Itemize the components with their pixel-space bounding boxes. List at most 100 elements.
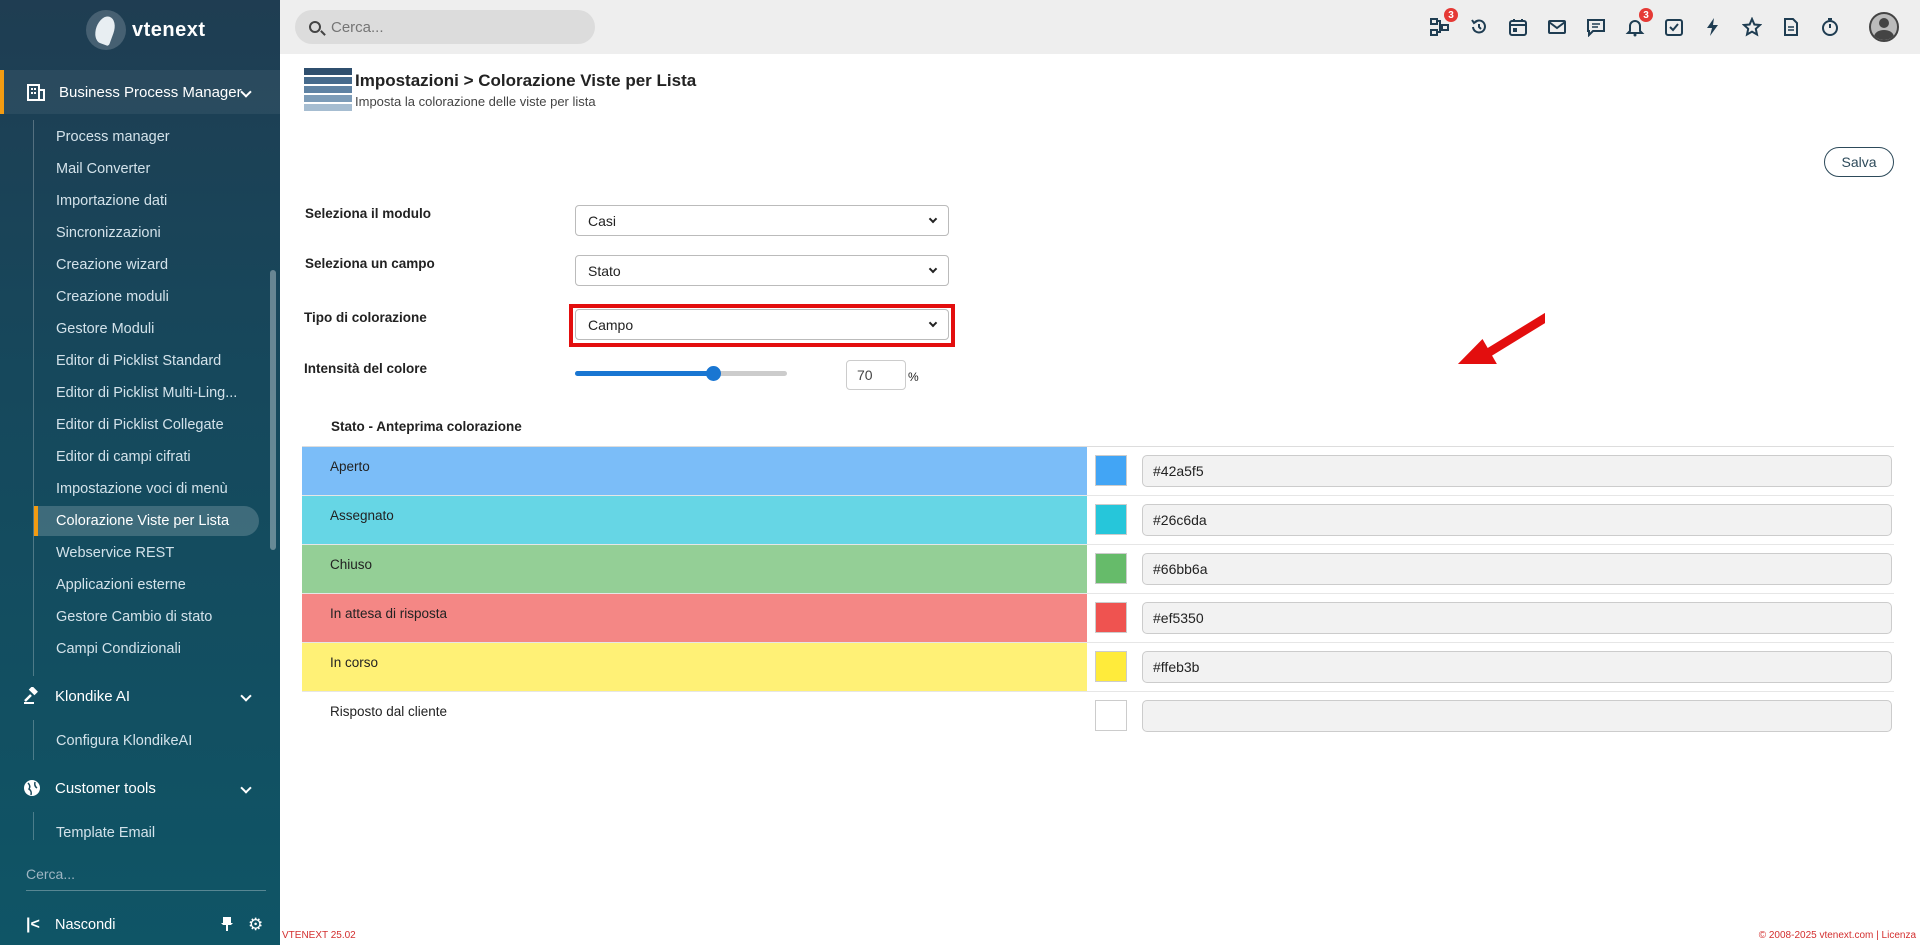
sidebar-section-label: Customer tools: [55, 779, 156, 797]
preview-row-name: Chiuso: [302, 545, 1087, 593]
search-input[interactable]: [331, 18, 561, 36]
preview-row-name: In attesa di risposta: [302, 594, 1087, 642]
annotation-highlight-box: [569, 304, 955, 347]
field-select[interactable]: Stato: [575, 255, 949, 286]
color-hex-input[interactable]: #42a5f5: [1142, 455, 1892, 487]
building-icon: [26, 82, 46, 102]
topbar: 3 3: [280, 0, 1920, 54]
sidebar-item-creazione-moduli[interactable]: Creazione moduli: [34, 282, 259, 312]
intensity-unit: %: [908, 370, 919, 384]
main-content: Impostazioni > Colorazione Viste per Lis…: [280, 54, 1920, 945]
preview-row: Aperto #42a5f5: [302, 447, 1894, 496]
sidebar-scrollbar[interactable]: [270, 270, 276, 550]
sidebar-item-template-email[interactable]: Template Email: [34, 818, 259, 840]
process-icon[interactable]: 3: [1428, 8, 1458, 39]
preview-row: In corso #ffeb3b: [302, 643, 1894, 692]
sidebar-section-customer-tools[interactable]: Customer tools: [0, 766, 280, 810]
hide-sidebar-button[interactable]: Nascondi: [55, 917, 115, 933]
copyright: © 2008-2025 vtenext.com | Licenza: [1759, 930, 1916, 941]
sidebar-item-voci-menu[interactable]: Impostazione voci di menù: [34, 474, 259, 504]
color-swatch[interactable]: [1095, 651, 1127, 682]
sidebar-item-sincronizzazioni[interactable]: Sincronizzazioni: [34, 218, 259, 248]
sidebar-item-process-manager[interactable]: Process manager: [34, 122, 259, 152]
bell-icon[interactable]: 3: [1623, 8, 1653, 39]
sidebar-section-klondike[interactable]: Klondike AI: [0, 674, 280, 718]
history-icon[interactable]: [1467, 15, 1491, 39]
preview-header: Stato - Anteprima colorazione: [331, 419, 522, 434]
calendar-icon[interactable]: [1506, 15, 1530, 39]
color-swatch[interactable]: [1095, 602, 1127, 633]
module-label: Seleziona il modulo: [305, 206, 432, 221]
module-select[interactable]: Casi: [575, 205, 949, 236]
document-icon[interactable]: [1779, 15, 1803, 39]
gear-icon[interactable]: ⚙: [248, 915, 263, 935]
chevron-down-icon: [240, 86, 252, 98]
color-hex-input[interactable]: #26c6da: [1142, 504, 1892, 536]
preview-row-name: Assegnato: [302, 496, 1087, 544]
tasks-icon[interactable]: [1662, 15, 1686, 39]
sidebar-item-picklist-multilingua[interactable]: Editor di Picklist Multi-Ling...: [34, 378, 259, 408]
notification-badge: 3: [1639, 8, 1653, 22]
sidebar-search-input[interactable]: Cerca...: [26, 866, 266, 891]
lightning-icon[interactable]: [1701, 15, 1725, 39]
preview-row: Assegnato #26c6da: [302, 496, 1894, 545]
sidebar-item-applicazioni-esterne[interactable]: Applicazioni esterne: [34, 570, 259, 600]
preview-row-name: Aperto: [302, 447, 1087, 495]
sidebar-item-creazione-wizard[interactable]: Creazione wizard: [34, 250, 259, 280]
sidebar-item-colorazione-viste[interactable]: Colorazione Viste per Lista: [34, 506, 259, 536]
sidebar-item-campi-condizionali[interactable]: Campi Condizionali: [34, 634, 259, 664]
sidebar-item-campi-cifrati[interactable]: Editor di campi cifrati: [34, 442, 259, 472]
timer-icon[interactable]: [1818, 15, 1842, 39]
coloring-type-label: Tipo di colorazione: [304, 310, 427, 325]
logo-text: vtenext: [132, 18, 206, 41]
field-label: Seleziona un campo: [305, 256, 435, 271]
license-link[interactable]: Licenza: [1882, 930, 1916, 941]
preview-row: Chiuso #66bb6a: [302, 545, 1894, 594]
intensity-label: Intensità del colore: [304, 361, 428, 376]
search-icon: [309, 21, 321, 33]
star-icon[interactable]: [1740, 15, 1764, 39]
global-search[interactable]: [295, 10, 595, 44]
intensity-slider[interactable]: [575, 366, 787, 381]
intensity-input[interactable]: 70: [846, 360, 906, 390]
preview-row-name: Risposto dal cliente: [302, 692, 1087, 740]
color-hex-input[interactable]: #ef5350: [1142, 602, 1892, 634]
save-button[interactable]: Salva: [1824, 147, 1894, 177]
color-swatch[interactable]: [1095, 700, 1127, 731]
sidebar-item-importazione-dati[interactable]: Importazione dati: [34, 186, 259, 216]
sidebar-item-configura-klondike[interactable]: Configura KlondikeAI: [34, 726, 259, 756]
logo-mark-icon: [86, 10, 126, 50]
collapse-icon[interactable]: |<: [26, 916, 40, 934]
mail-icon[interactable]: [1545, 15, 1569, 39]
avatar[interactable]: [1869, 12, 1899, 42]
preview-row: In attesa di risposta #ef5350: [302, 594, 1894, 643]
color-hex-input[interactable]: #ffeb3b: [1142, 651, 1892, 683]
sidebar-menu: Business Process Manager Process manager…: [0, 70, 280, 840]
color-swatch[interactable]: [1095, 504, 1127, 535]
chat-icon[interactable]: [1584, 15, 1608, 39]
module-select-value: Casi: [588, 212, 617, 229]
sidebar-item-picklist-standard[interactable]: Editor di Picklist Standard: [34, 346, 259, 376]
color-hex-input[interactable]: #66bb6a: [1142, 553, 1892, 585]
color-swatch[interactable]: [1095, 553, 1127, 584]
sidebar-item-cambio-stato[interactable]: Gestore Cambio di stato: [34, 602, 259, 632]
copyright-text: © 2008-2025 vtenext.com |: [1758, 930, 1882, 941]
logo[interactable]: vtenext: [86, 8, 206, 52]
sidebar-item-gestore-moduli[interactable]: Gestore Moduli: [34, 314, 259, 344]
globe-icon: [22, 778, 42, 798]
slider-fill: [575, 371, 713, 376]
slider-thumb[interactable]: [705, 366, 721, 381]
sidebar-section-bpm[interactable]: Business Process Manager: [0, 70, 280, 114]
color-hex-input[interactable]: [1142, 700, 1892, 732]
notification-badge: 3: [1444, 8, 1458, 22]
sidebar-item-picklist-collegate[interactable]: Editor di Picklist Collegate: [34, 410, 259, 440]
chevron-down-icon: [928, 214, 938, 224]
sidebar-item-mail-converter[interactable]: Mail Converter: [34, 154, 259, 184]
sidebar-section-label: Business Process Manager: [59, 83, 242, 101]
preview-table: Aperto #42a5f5 Assegnato #26c6da Chiuso …: [302, 446, 1894, 741]
sidebar-item-webservice-rest[interactable]: Webservice REST: [34, 538, 259, 568]
color-swatch[interactable]: [1095, 455, 1127, 486]
pin-icon[interactable]: [220, 916, 234, 935]
preview-row-name: In corso: [302, 643, 1087, 691]
gavel-icon: [22, 686, 42, 706]
